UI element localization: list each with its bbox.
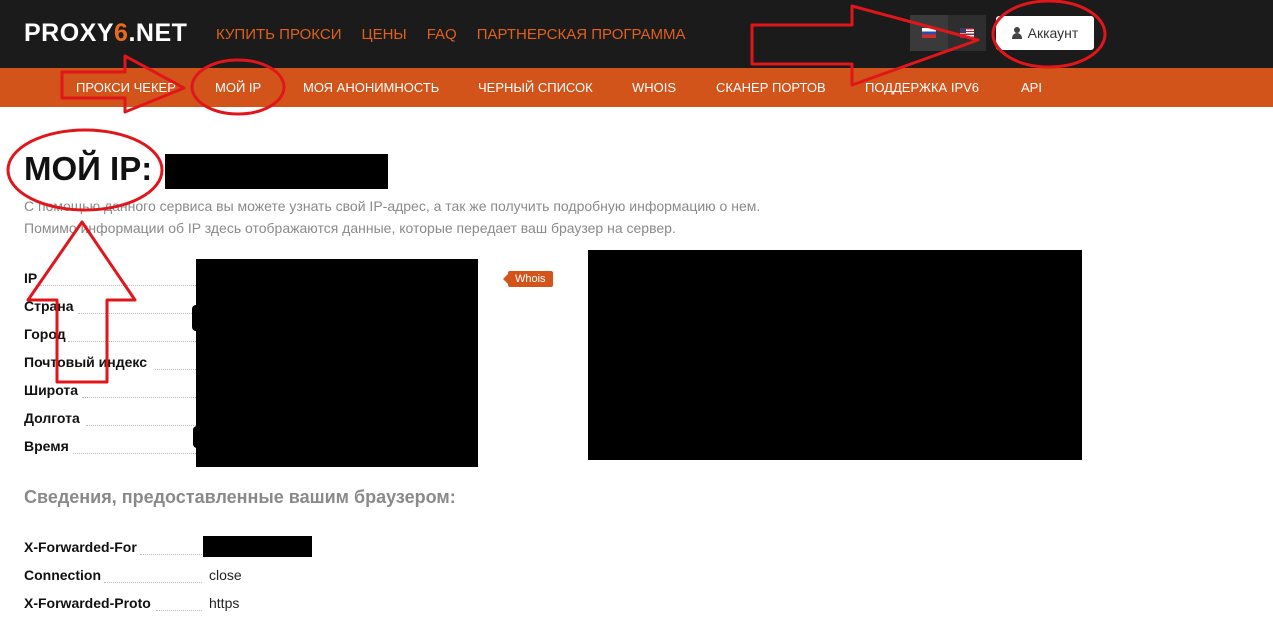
nav-faq[interactable]: FAQ bbox=[427, 26, 457, 43]
nav-partner-program[interactable]: ПАРТНЕРСКАЯ ПРОГРАММА bbox=[477, 26, 686, 43]
value-x-forwarded-proto: https bbox=[209, 595, 240, 611]
label-ip: IP bbox=[24, 270, 38, 286]
top-bar: PROXY6.NET КУПИТЬ ПРОКСИ ЦЕНЫ FAQ ПАРТНЕ… bbox=[0, 0, 1273, 68]
row-leader bbox=[86, 425, 196, 426]
tab-api[interactable]: API bbox=[1021, 80, 1042, 95]
label-city: Город bbox=[24, 326, 66, 342]
description-line-2: Помимо информации об IP здесь отображают… bbox=[24, 220, 676, 236]
tools-nav: ПРОКСИ ЧЕКЕР МОЙ IP МОЯ АНОНИМНОСТЬ ЧЕРН… bbox=[0, 68, 1273, 107]
label-country: Страна bbox=[24, 298, 74, 314]
nav-prices[interactable]: ЦЕНЫ bbox=[361, 26, 406, 43]
user-icon bbox=[1011, 27, 1022, 39]
row-leader bbox=[68, 341, 196, 342]
label-x-forwarded-proto: X-Forwarded-Proto bbox=[24, 595, 151, 611]
tab-ipv6-support[interactable]: ПОДДЕРЖКА IPV6 bbox=[865, 80, 979, 95]
browser-info-title: Сведения, предоставленные вашим браузеро… bbox=[24, 487, 456, 507]
russia-flag-icon bbox=[922, 28, 936, 38]
description-line-1: С помощью данного сервиса вы можете узна… bbox=[24, 198, 761, 214]
lang-ru-button[interactable] bbox=[910, 15, 948, 51]
lang-en-button[interactable] bbox=[948, 15, 986, 51]
label-x-forwarded-for: X-Forwarded-For bbox=[24, 539, 137, 555]
logo[interactable]: PROXY6.NET bbox=[24, 19, 187, 48]
tab-my-anonymity[interactable]: МОЯ АНОНИМНОСТЬ bbox=[303, 80, 439, 95]
row-leader bbox=[40, 285, 196, 286]
row-leader bbox=[78, 313, 196, 314]
tab-whois[interactable]: WHOIS bbox=[632, 80, 676, 95]
label-time: Время bbox=[24, 438, 69, 454]
redacted-ip-title bbox=[165, 154, 388, 189]
account-button[interactable]: Аккаунт bbox=[996, 16, 1094, 50]
main-nav: КУПИТЬ ПРОКСИ ЦЕНЫ FAQ ПАРТНЕРСКАЯ ПРОГР… bbox=[216, 26, 706, 43]
nav-buy-proxy[interactable]: КУПИТЬ ПРОКСИ bbox=[216, 26, 341, 43]
tab-my-ip[interactable]: МОЙ IP bbox=[215, 80, 261, 95]
account-label: Аккаунт bbox=[1027, 25, 1079, 41]
redacted-fragment bbox=[192, 305, 200, 331]
label-longitude: Долгота bbox=[24, 410, 80, 426]
label-latitude: Широта bbox=[24, 382, 79, 398]
page-title: МОЙ IP: bbox=[24, 150, 153, 187]
row-leader bbox=[140, 554, 202, 555]
redacted-ip-values bbox=[196, 259, 478, 467]
usa-flag-icon bbox=[960, 28, 974, 38]
redacted-x-forwarded-for bbox=[203, 536, 312, 557]
label-postal-code: Почтовый индекс bbox=[24, 354, 148, 370]
row-leader bbox=[73, 453, 196, 454]
tab-port-scanner[interactable]: СКАНЕР ПОРТОВ bbox=[716, 80, 826, 95]
row-leader bbox=[82, 397, 196, 398]
row-leader bbox=[155, 369, 196, 370]
label-connection: Connection bbox=[24, 567, 101, 583]
row-leader bbox=[156, 610, 202, 611]
whois-badge[interactable]: Whois bbox=[503, 271, 553, 287]
redacted-map bbox=[588, 250, 1082, 460]
row-leader bbox=[104, 582, 202, 583]
tab-proxy-checker[interactable]: ПРОКСИ ЧЕКЕР bbox=[76, 80, 176, 95]
tab-blacklist[interactable]: ЧЕРНЫЙ СПИСОК bbox=[478, 80, 593, 95]
redacted-fragment bbox=[193, 426, 201, 448]
value-connection: close bbox=[209, 567, 242, 583]
